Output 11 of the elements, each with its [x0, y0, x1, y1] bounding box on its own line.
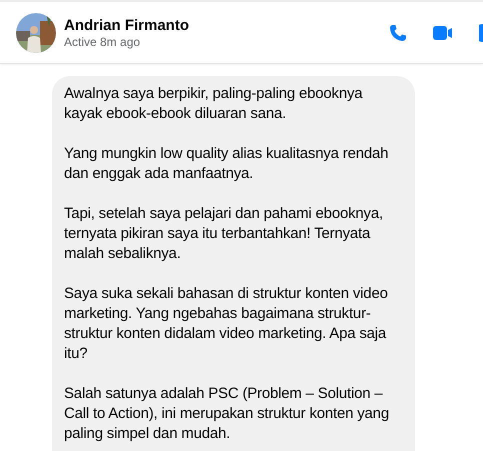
phone-icon[interactable] — [389, 24, 407, 42]
message-paragraph: Yang mungkin low quality alias kualitasnya rendah dan enggak ada manfaatnya. — [64, 144, 388, 184]
message-paragraph: Salah satunya adalah PSC (Problem – Solution – Call to Action), ini merupakan struktur konten yang paling simpel dan mudah. — [64, 384, 389, 444]
contact-name: Andrian Firmanto — [64, 16, 190, 34]
message-paragraph: Awalnya saya berpikir, paling-paling ebooknya kayak ebook-ebook diluaran sana. — [64, 84, 362, 124]
info-icon[interactable] — [479, 24, 483, 42]
message-paragraph: Tapi, setelah saya pelajari dan pahami ebooknya, ternyata pikiran saya itu terbantahkan! Ternyata malah sebaliknya. — [64, 204, 383, 264]
avatar — [16, 12, 56, 52]
active-status: Active 8m ago — [64, 34, 142, 50]
message-paragraph: Saya suka sekali bahasan di struktur konten video marketing. Yang ngebahas bagaimana struktur- struktur konten didalam video marketing. Apa saja itu? — [64, 284, 388, 364]
video-camera-icon[interactable] — [433, 24, 453, 40]
